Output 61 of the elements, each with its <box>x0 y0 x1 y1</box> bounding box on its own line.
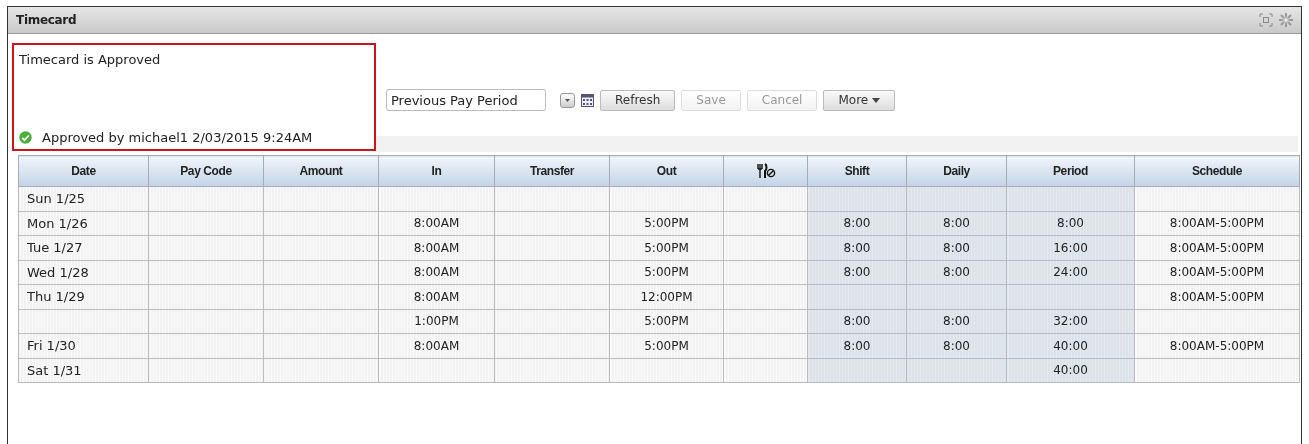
column-header: Period <box>1006 155 1135 187</box>
table-cell: 8:00 <box>807 211 907 236</box>
window-title: Timecard <box>16 13 78 27</box>
table-cell: 5:00PM <box>609 309 724 334</box>
table-cell: 8:00AM-5:00PM <box>1134 333 1300 358</box>
table-cell: 24:00 <box>1006 260 1135 285</box>
column-header: Daily <box>906 155 1007 187</box>
period-dropdown[interactable]: Previous Pay Period <box>386 89 546 111</box>
column-header: Schedule <box>1134 155 1300 187</box>
table-cell: 8:00 <box>807 235 907 260</box>
table-cell: 8:00AM-5:00PM <box>1134 260 1300 285</box>
table-cell: 8:00AM <box>378 260 495 285</box>
table-cell: 8:00 <box>906 211 1007 236</box>
table-cell: 8:00 <box>906 235 1007 260</box>
table-cell: 8:00AM <box>378 333 495 358</box>
table-cell: 8:00AM-5:00PM <box>1134 284 1300 309</box>
table-cell: Fri 1/30 <box>18 333 149 358</box>
table-cell: 8:00AM-5:00PM <box>1134 235 1300 260</box>
table-cell: 16:00 <box>1006 235 1135 260</box>
column-header: Shift <box>807 155 907 187</box>
column-header: In <box>378 155 495 187</box>
status-title: Timecard is Approved <box>19 52 162 67</box>
table-cell: Thu 1/29 <box>18 284 149 309</box>
calendar-icon[interactable] <box>581 93 594 107</box>
column-header: Amount <box>263 155 379 187</box>
caret-icon <box>872 97 881 103</box>
table-cell: 8:00AM <box>378 211 495 236</box>
table-cell: 8:00 <box>906 309 1007 334</box>
table-cell: Sun 1/25 <box>18 186 149 211</box>
table-cell: 12:00PM <box>609 284 724 309</box>
table-cell: Tue 1/27 <box>18 235 149 260</box>
table-cell: 5:00PM <box>609 333 724 358</box>
table-cell: 8:00AM <box>378 235 495 260</box>
table-cell: 1:00PM <box>378 309 495 334</box>
settings-icon[interactable] <box>1279 13 1293 27</box>
table-cell: 8:00 <box>906 333 1007 358</box>
table-cell: 5:00PM <box>609 211 724 236</box>
table-cell: 8:00 <box>1006 211 1135 236</box>
table-cell: 8:00 <box>807 260 907 285</box>
column-header: Transfer <box>494 155 610 187</box>
table-cell: 5:00PM <box>609 235 724 260</box>
column-header: Out <box>609 155 724 187</box>
table-cell: 8:00 <box>906 260 1007 285</box>
table-cell: Sat 1/31 <box>18 358 149 383</box>
no-meal-icon <box>755 163 776 179</box>
table-cell: 40:00 <box>1006 358 1135 383</box>
table-cell: 40:00 <box>1006 333 1135 358</box>
column-header: Date <box>18 155 149 187</box>
approval-text: Approved by michael1 2/03/2015 9:24AM <box>42 130 313 145</box>
table-cell: Mon 1/26 <box>18 211 149 236</box>
table-cell: 8:00 <box>807 333 907 358</box>
table-cell: 8:00AM-5:00PM <box>1134 211 1300 236</box>
table-cell: Wed 1/28 <box>18 260 149 285</box>
table-cell: 8:00 <box>807 309 907 334</box>
maximize-icon[interactable] <box>1259 13 1273 27</box>
table-cell: 5:00PM <box>609 260 724 285</box>
toolbar-button[interactable]: More <box>823 89 896 111</box>
table-cell: 32:00 <box>1006 309 1135 334</box>
column-header: Pay Code <box>148 155 264 187</box>
toolbar-button[interactable]: Refresh <box>600 89 676 111</box>
table-cell: 8:00AM <box>378 284 495 309</box>
